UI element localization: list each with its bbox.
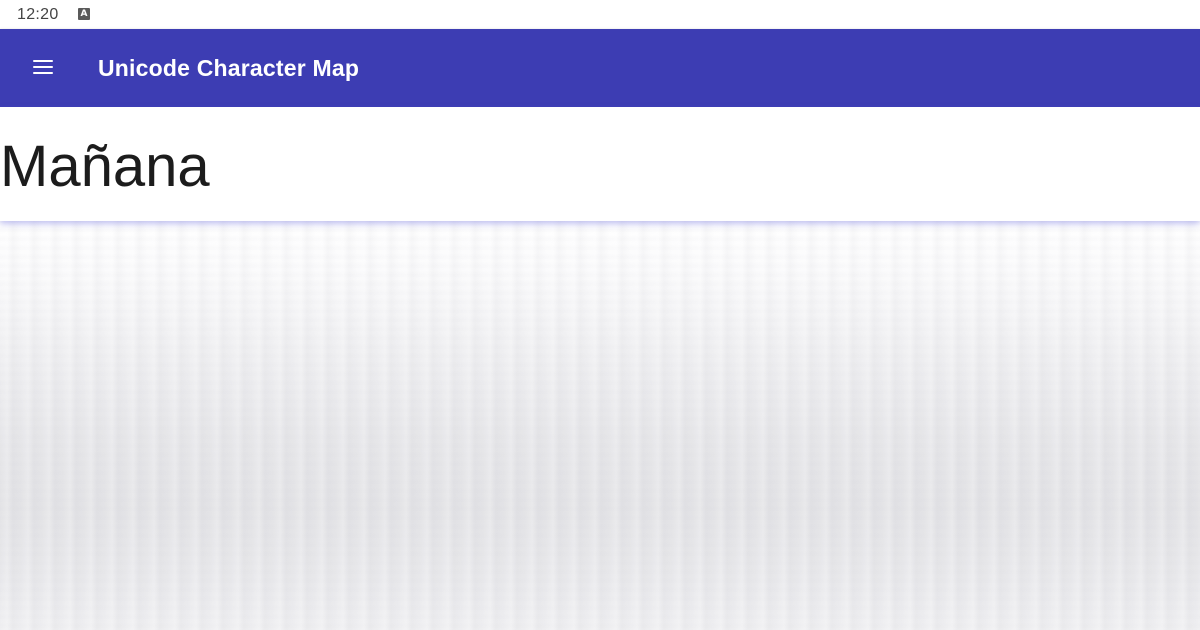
background-texture <box>0 221 1200 630</box>
app-bar: Unicode Character Map <box>0 29 1200 107</box>
a-icon: A <box>78 8 90 20</box>
menu-icon[interactable] <box>31 58 55 78</box>
app-title: Unicode Character Map <box>98 55 360 81</box>
status-time: 12:20 <box>17 6 59 23</box>
input-panel <box>0 107 1200 221</box>
character-input[interactable] <box>0 131 1180 201</box>
character-list-area[interactable] <box>0 221 1200 630</box>
status-bar: 12:20 A <box>0 0 1200 29</box>
